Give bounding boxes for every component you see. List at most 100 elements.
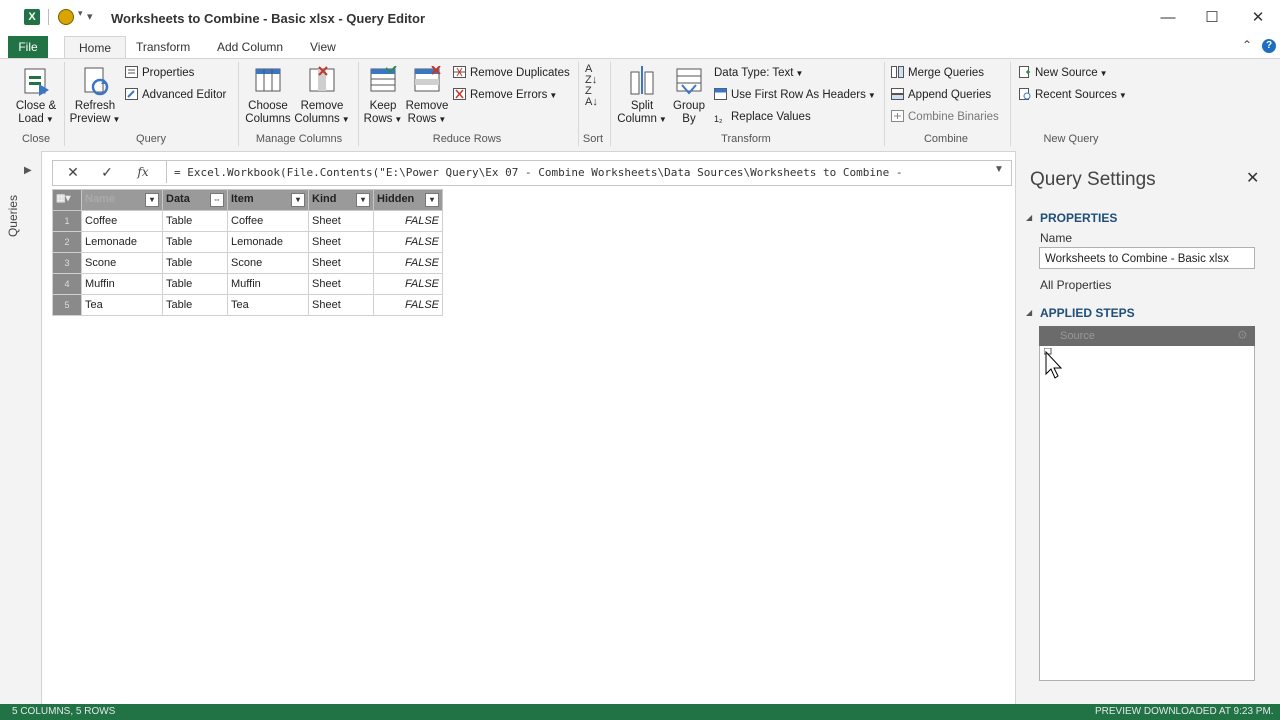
column-header-kind[interactable]: Kind ▾	[308, 189, 374, 211]
tab-view[interactable]: View	[296, 36, 350, 58]
cell-item[interactable]: Lemonade	[227, 231, 309, 253]
query-name-input[interactable]: Worksheets to Combine - Basic xlsx	[1039, 247, 1255, 269]
column-header-hidden[interactable]: Hidden ▾	[373, 189, 443, 211]
use-first-row-label: Use First Row As Headers	[731, 89, 866, 101]
collapse-ribbon-icon[interactable]: ⌃	[1242, 38, 1252, 52]
keep-rows-button[interactable]: Keep Rows ▼	[362, 65, 404, 126]
collapse-triangle-icon[interactable]: ◢	[1026, 308, 1032, 317]
cell-data[interactable]: Table	[162, 210, 228, 232]
remove-duplicates-button[interactable]: Remove Duplicates	[453, 64, 570, 82]
merge-queries-button[interactable]: Merge Queries	[891, 64, 984, 82]
collapse-triangle-icon[interactable]: ◢	[1026, 213, 1032, 222]
remove-columns-button[interactable]: Remove Columns ▼	[294, 66, 350, 126]
column-header-data[interactable]: Data ⇔	[162, 189, 228, 211]
remove-rows-label-2: Rows	[407, 113, 437, 125]
cell-hidden[interactable]: FALSE	[373, 294, 443, 316]
refresh-preview-button[interactable]: Refresh Preview ▼	[68, 66, 122, 126]
expand-queries-icon[interactable]: ▶	[24, 165, 32, 176]
properties-section-header[interactable]: PROPERTIES	[1040, 211, 1117, 225]
cell-kind[interactable]: Sheet	[308, 273, 374, 295]
replace-values-icon: 1₂	[714, 114, 723, 124]
replace-values-button[interactable]: 1₂ Replace Values	[714, 108, 811, 126]
filter-dropdown-icon[interactable]: ▾	[291, 193, 305, 207]
maximize-button[interactable]: ☐	[1202, 8, 1222, 28]
properties-button[interactable]: Properties	[125, 64, 194, 82]
tab-transform[interactable]: Transform	[122, 36, 204, 58]
cell-name[interactable]: Coffee	[81, 210, 163, 232]
group-label-transform: Transform	[721, 133, 771, 145]
remove-errors-label: Remove Errors	[470, 89, 548, 101]
choose-columns-button[interactable]: Choose Columns	[242, 66, 294, 126]
split-column-button[interactable]: Split Column ▼	[616, 66, 668, 126]
cell-hidden[interactable]: FALSE	[373, 210, 443, 232]
cell-data[interactable]: Table	[162, 231, 228, 253]
customize-toolbar-icon[interactable]: ▾	[87, 10, 93, 23]
column-header-item[interactable]: Item ▾	[227, 189, 309, 211]
table-corner[interactable]: ▦▾	[52, 189, 82, 211]
cell-kind[interactable]: Sheet	[308, 231, 374, 253]
cell-item[interactable]: Muffin	[227, 273, 309, 295]
close-settings-button[interactable]: ✕	[1246, 168, 1259, 188]
tab-home[interactable]: Home	[64, 36, 127, 59]
append-queries-button[interactable]: Append Queries	[891, 86, 991, 104]
cell-item[interactable]: Tea	[227, 294, 309, 316]
cell-hidden[interactable]: FALSE	[373, 231, 443, 253]
minimize-button[interactable]: —	[1158, 8, 1178, 28]
expand-formula-icon[interactable]: ▼	[994, 164, 1004, 175]
combine-binaries-button[interactable]: Combine Binaries	[891, 108, 999, 126]
close-button[interactable]: ✕	[1248, 8, 1268, 28]
tab-add-column[interactable]: Add Column	[203, 36, 297, 58]
gear-icon[interactable]: ⚙	[1237, 328, 1248, 342]
cell-name[interactable]: Lemonade	[81, 231, 163, 253]
advanced-editor-button[interactable]: Advanced Editor	[125, 86, 226, 104]
all-properties-link[interactable]: All Properties	[1040, 278, 1111, 292]
filter-dropdown-icon[interactable]: ▾	[356, 193, 370, 207]
filter-dropdown-icon[interactable]: ▾	[425, 193, 439, 207]
table-row[interactable]: 1 Coffee Table Coffee Sheet FALSE	[52, 210, 443, 232]
cell-data[interactable]: Table	[162, 273, 228, 295]
table-row[interactable]: 3 Scone Table Scone Sheet FALSE	[52, 252, 443, 274]
applied-steps-header[interactable]: APPLIED STEPS	[1040, 306, 1135, 320]
cell-hidden[interactable]: FALSE	[373, 252, 443, 274]
formula-input[interactable]: = Excel.Workbook(File.Contents("E:\Power…	[174, 166, 902, 179]
data-type-dropdown[interactable]: Data Type: Text ▼	[714, 64, 803, 82]
group-label-close: Close	[21, 133, 51, 145]
close-load-label-2: Load	[18, 113, 44, 125]
sort-descending-icon[interactable]: Z A↓	[585, 86, 598, 108]
expand-column-icon[interactable]: ⇔	[210, 193, 224, 207]
cell-kind[interactable]: Sheet	[308, 252, 374, 274]
close-load-button[interactable]: Close & Load ▼	[12, 66, 60, 126]
filter-dropdown-icon[interactable]: ▾	[145, 193, 159, 207]
new-source-button[interactable]: New Source ▼	[1018, 64, 1108, 82]
recent-sources-button[interactable]: Recent Sources ▼	[1018, 86, 1127, 104]
table-row[interactable]: 4 Muffin Table Muffin Sheet FALSE	[52, 273, 443, 295]
cell-data[interactable]: Table	[162, 294, 228, 316]
cell-kind[interactable]: Sheet	[308, 294, 374, 316]
column-header-name[interactable]: Name ▾	[81, 189, 163, 211]
cell-name[interactable]: Scone	[81, 252, 163, 274]
cell-name[interactable]: Muffin	[81, 273, 163, 295]
cell-item[interactable]: Coffee	[227, 210, 309, 232]
excel-app-icon[interactable]: X	[24, 9, 40, 25]
queries-pane-label[interactable]: Queries	[6, 195, 20, 237]
cell-hidden[interactable]: FALSE	[373, 273, 443, 295]
use-first-row-headers-button[interactable]: Use First Row As Headers ▼	[714, 86, 876, 104]
chevron-down-icon[interactable]: ▾	[78, 8, 83, 19]
help-icon[interactable]: ?	[1262, 39, 1276, 53]
fx-button[interactable]: fx	[132, 163, 154, 181]
confirm-formula-button[interactable]: ✓	[96, 163, 118, 181]
group-by-button[interactable]: Group By	[670, 66, 708, 126]
remove-errors-button[interactable]: Remove Errors ▼	[453, 86, 557, 104]
group-label-combine: Combine	[923, 133, 969, 145]
cell-name[interactable]: Tea	[81, 294, 163, 316]
cell-item[interactable]: Scone	[227, 252, 309, 274]
power-query-icon[interactable]	[58, 9, 74, 25]
table-row[interactable]: 5 Tea Table Tea Sheet FALSE	[52, 294, 443, 316]
cancel-formula-button[interactable]: ✕	[62, 163, 84, 181]
cell-kind[interactable]: Sheet	[308, 210, 374, 232]
cell-data[interactable]: Table	[162, 252, 228, 274]
remove-rows-button[interactable]: Remove Rows ▼	[404, 65, 450, 126]
table-row[interactable]: 2 Lemonade Table Lemonade Sheet FALSE	[52, 231, 443, 253]
sort-ascending-icon[interactable]: A Z↓	[585, 64, 597, 86]
tab-file[interactable]: File	[8, 36, 48, 58]
